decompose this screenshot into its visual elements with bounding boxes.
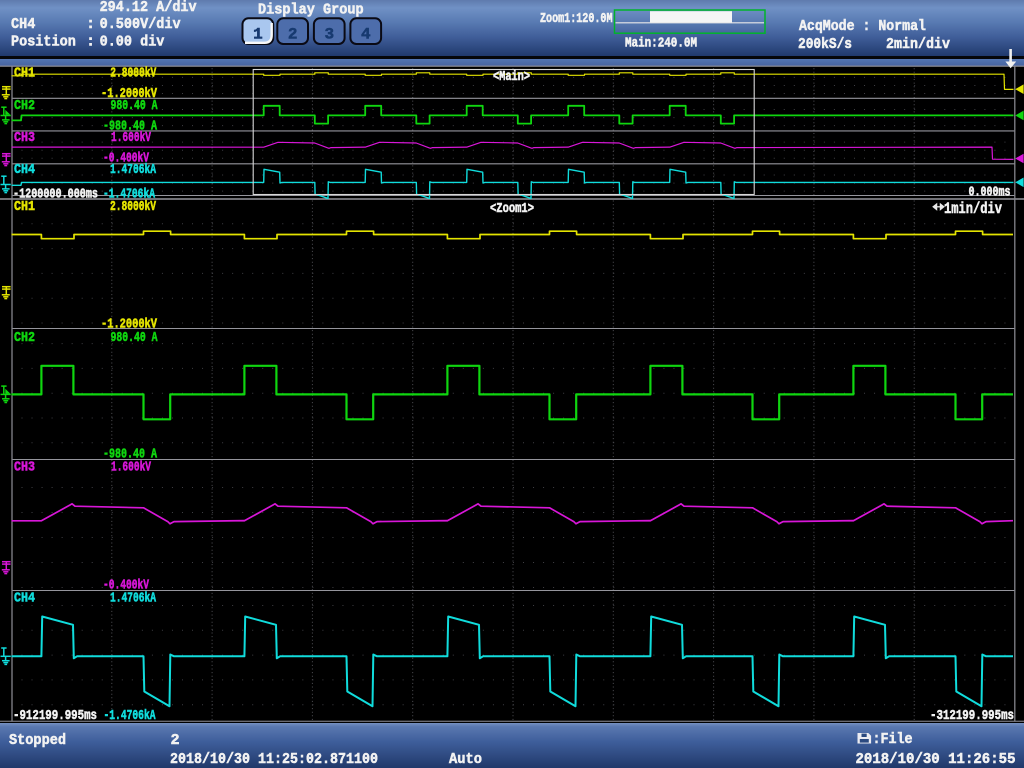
- svg-text::File: :File: [873, 730, 913, 748]
- svg-text:2018/10/30 11:26:55: 2018/10/30 11:26:55: [856, 750, 1016, 768]
- svg-text:-1.4706kA: -1.4706kA: [104, 709, 157, 724]
- svg-text:2018/10/30 11:25:02.871100: 2018/10/30 11:25:02.871100: [170, 750, 378, 768]
- svg-text:CH1: CH1: [14, 66, 35, 81]
- svg-text:CH4: CH4: [14, 163, 35, 178]
- svg-text:Position: Position: [11, 33, 76, 51]
- svg-text:Auto: Auto: [449, 750, 482, 768]
- svg-text:-312199.995ms: -312199.995ms: [930, 709, 1014, 724]
- svg-text:CH3: CH3: [14, 131, 35, 146]
- svg-text:Zoom1:120.0M: Zoom1:120.0M: [540, 12, 613, 27]
- svg-text:<Main>: <Main>: [493, 70, 530, 85]
- svg-text:1.600kV: 1.600kV: [111, 460, 152, 475]
- svg-text:0.500V/div: 0.500V/div: [100, 15, 181, 33]
- svg-text:0.00 div: 0.00 div: [100, 33, 165, 51]
- svg-text::: :: [86, 33, 95, 51]
- svg-text:-912199.995ms: -912199.995ms: [13, 709, 97, 724]
- svg-text:Main:240.0M: Main:240.0M: [625, 37, 697, 52]
- svg-text:1: 1: [253, 26, 263, 44]
- svg-text:1.4706kA: 1.4706kA: [110, 163, 157, 178]
- svg-text:CH4: CH4: [11, 15, 35, 33]
- svg-text:CH2: CH2: [14, 99, 35, 114]
- svg-text:Stopped: Stopped: [9, 731, 66, 749]
- svg-text:0.000ms: 0.000ms: [969, 186, 1011, 201]
- svg-text:1.4706kA: 1.4706kA: [110, 591, 157, 606]
- svg-text:2: 2: [171, 731, 180, 749]
- svg-text:Display Group: Display Group: [258, 0, 364, 18]
- svg-text:CH2: CH2: [14, 331, 35, 346]
- svg-text:294.12 A/div: 294.12 A/div: [100, 0, 197, 16]
- svg-text:<Zoom1>: <Zoom1>: [490, 202, 534, 217]
- svg-text:1min/div: 1min/div: [944, 200, 1003, 218]
- svg-text:2.8000kV: 2.8000kV: [110, 200, 157, 215]
- svg-text:980.40 A: 980.40 A: [111, 331, 159, 346]
- svg-text:4: 4: [361, 26, 371, 44]
- svg-text:AcqMode : Normal: AcqMode : Normal: [799, 17, 926, 35]
- svg-text:3: 3: [324, 26, 334, 44]
- svg-text::: :: [86, 15, 95, 33]
- svg-text:980.40 A: 980.40 A: [111, 99, 159, 114]
- svg-text:200kS/s: 200kS/s: [798, 35, 852, 53]
- svg-text:CH4: CH4: [14, 591, 35, 606]
- svg-text:1.600kV: 1.600kV: [111, 131, 152, 146]
- svg-text:2min/div: 2min/div: [886, 35, 950, 53]
- svg-text:CH3: CH3: [14, 460, 35, 475]
- svg-text:2: 2: [288, 26, 298, 44]
- svg-text:2.8000kV: 2.8000kV: [110, 66, 157, 81]
- svg-text:CH1: CH1: [14, 200, 35, 215]
